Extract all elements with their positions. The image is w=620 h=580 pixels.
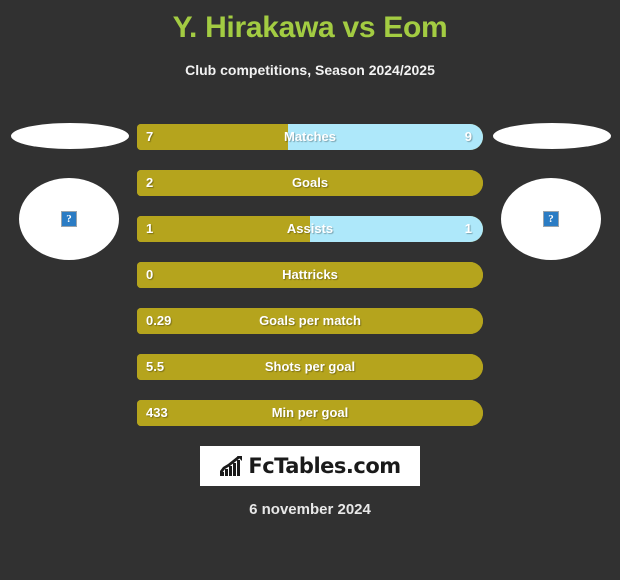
stat-label: Shots per goal [264, 359, 356, 374]
stat-label: Goals [291, 175, 329, 190]
stat-row: 0.29 Goals per match [137, 308, 483, 334]
away-player-shirt-shape [493, 123, 611, 149]
broken-image-icon: ? [61, 211, 77, 227]
stat-row: 2 Goals [137, 170, 483, 196]
date-label: 6 november 2024 [249, 501, 371, 518]
stat-bar-list: 7 Matches 9 2 Goals 1 Assists 1 0 Hattricks 0.29 Go… [137, 124, 483, 446]
page-subtitle: Club competitions, Season 2024/2025 [185, 62, 435, 78]
stat-row: 1 Assists 1 [137, 216, 483, 242]
stat-label: Goals per match [259, 313, 361, 328]
away-player-photo: ? [501, 178, 601, 260]
site-logo[interactable]: FcTables.com [200, 446, 420, 486]
stat-row: 5.5 Shots per goal [137, 354, 483, 380]
stat-label: Assists [286, 221, 334, 236]
bar-chart-trend-icon [220, 456, 243, 476]
site-logo-text: FcTables.com [248, 454, 401, 478]
away-value: 1 [464, 221, 472, 236]
away-value: 9 [464, 129, 472, 144]
header: Y. Hirakawa vs Eom Club competitions, Se… [0, 0, 620, 79]
home-player-photo: ? [19, 178, 119, 260]
stat-label: Min per goal [271, 405, 349, 420]
broken-image-icon: ? [543, 211, 559, 227]
stat-label: Hattricks [282, 267, 338, 282]
stat-row: 0 Hattricks [137, 262, 483, 288]
stat-comparison-card: Y. Hirakawa vs Eom Club competitions, Se… [0, 0, 620, 580]
stat-row: 433 Min per goal [137, 400, 483, 426]
stat-row: 7 Matches 9 [137, 124, 483, 150]
home-player-shirt-shape [11, 123, 129, 149]
stat-label: Matches [283, 129, 337, 144]
page-title: Y. Hirakawa vs Eom [172, 11, 448, 44]
